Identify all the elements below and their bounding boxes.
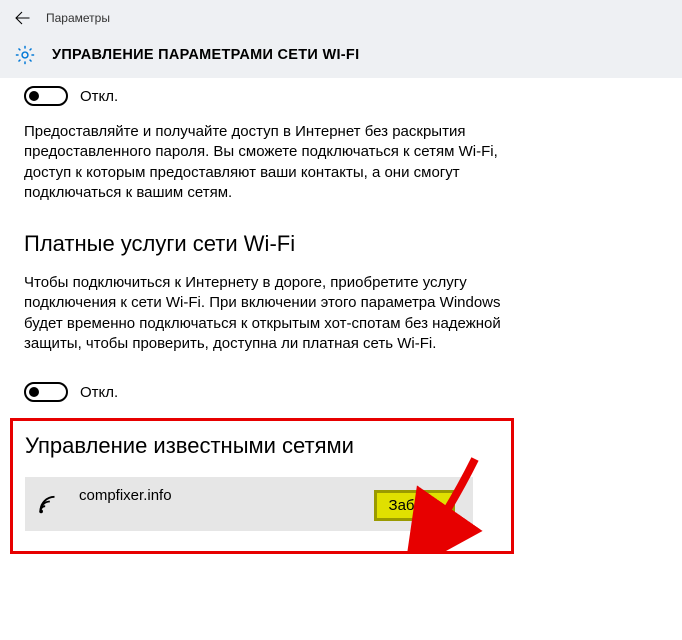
settings-gear-icon (14, 44, 36, 66)
header-bar: Параметры УПРАВЛЕНИЕ ПАРАМЕТРАМИ СЕТИ WI… (0, 0, 682, 78)
known-networks-heading: Управление известными сетями (25, 433, 499, 459)
paid-wifi-heading: Платные услуги сети Wi-Fi (24, 231, 658, 257)
back-arrow-icon (13, 9, 31, 27)
back-button[interactable] (10, 6, 34, 30)
forget-button[interactable]: Забыть (374, 490, 455, 521)
wifi-sense-toggle-label: Откл. (80, 88, 118, 105)
known-network-item[interactable]: compfixer.info Забыть (25, 477, 473, 531)
highlight-box: Управление известными сетями compfixer.i… (10, 418, 514, 554)
wifi-sense-toggle[interactable] (24, 86, 68, 106)
paid-wifi-toggle-label: Откл. (80, 384, 118, 401)
paid-wifi-description: Чтобы подключиться к Интернету в дороге,… (24, 273, 504, 354)
window-title: Параметры (46, 11, 110, 25)
network-name: compfixer.info (79, 487, 172, 504)
paid-wifi-toggle[interactable] (24, 382, 68, 402)
wifi-icon (37, 491, 65, 519)
wifi-sense-description: Предоставляйте и получайте доступ в Инте… (24, 122, 504, 203)
page-title: УПРАВЛЕНИЕ ПАРАМЕТРАМИ СЕТИ WI-FI (52, 47, 359, 63)
